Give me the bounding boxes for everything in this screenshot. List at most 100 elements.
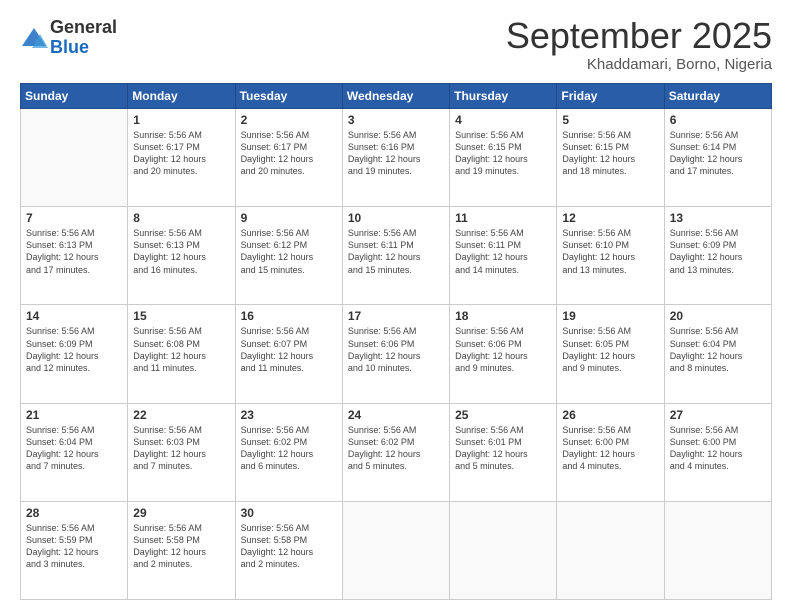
day-info: Sunrise: 5:56 AM Sunset: 6:12 PM Dayligh… — [241, 227, 337, 276]
day-number: 25 — [455, 408, 551, 422]
calendar-table: Sunday Monday Tuesday Wednesday Thursday… — [20, 83, 772, 600]
col-tuesday: Tuesday — [235, 84, 342, 109]
day-number: 24 — [348, 408, 444, 422]
calendar-header-row: Sunday Monday Tuesday Wednesday Thursday… — [21, 84, 772, 109]
day-info: Sunrise: 5:56 AM Sunset: 6:13 PM Dayligh… — [26, 227, 122, 276]
day-number: 3 — [348, 113, 444, 127]
calendar-cell: 17 Sunrise: 5:56 AM Sunset: 6:06 PM Dayli… — [342, 305, 449, 403]
calendar-cell: 25 Sunrise: 5:56 AM Sunset: 6:01 PM Dayli… — [450, 403, 557, 501]
logo-icon — [20, 24, 48, 52]
calendar-cell: 5 Sunrise: 5:56 AM Sunset: 6:15 PM Daylig… — [557, 109, 664, 207]
day-info: Sunrise: 5:56 AM Sunset: 6:09 PM Dayligh… — [670, 227, 766, 276]
day-info: Sunrise: 5:56 AM Sunset: 6:06 PM Dayligh… — [348, 325, 444, 374]
calendar-cell — [342, 501, 449, 599]
calendar-cell — [664, 501, 771, 599]
day-info: Sunrise: 5:56 AM Sunset: 6:09 PM Dayligh… — [26, 325, 122, 374]
day-number: 1 — [133, 113, 229, 127]
calendar-week-row-2: 7Sunrise: 5:56 AM Sunset: 6:13 PM Daylig… — [21, 207, 772, 305]
calendar-cell: 10 Sunrise: 5:56 AM Sunset: 6:11 PM Dayli… — [342, 207, 449, 305]
calendar-cell: 16 Sunrise: 5:56 AM Sunset: 6:07 PM Dayli… — [235, 305, 342, 403]
col-monday: Monday — [128, 84, 235, 109]
calendar-cell: 21 Sunrise: 5:56 AM Sunset: 6:04 PM Dayli… — [21, 403, 128, 501]
calendar-cell: 14 Sunrise: 5:56 AM Sunset: 6:09 PM Dayli… — [21, 305, 128, 403]
day-info: Sunrise: 5:56 AM Sunset: 6:00 PM Dayligh… — [670, 424, 766, 473]
calendar-cell: 18 Sunrise: 5:56 AM Sunset: 6:06 PM Dayli… — [450, 305, 557, 403]
col-saturday: Saturday — [664, 84, 771, 109]
calendar-week-row-1: 1 Sunrise: 5:56 AM Sunset: 6:17 PM Daylig… — [21, 109, 772, 207]
day-number: 18 — [455, 309, 551, 323]
calendar-cell: 19Sunrise: 5:56 AM Sunset: 6:05 PM Dayli… — [557, 305, 664, 403]
day-number: 20 — [670, 309, 766, 323]
day-info: Sunrise: 5:56 AM Sunset: 6:17 PM Dayligh… — [133, 129, 229, 178]
day-number: 21 — [26, 408, 122, 422]
day-info: Sunrise: 5:56 AM Sunset: 5:59 PM Dayligh… — [26, 522, 122, 571]
calendar-week-row-5: 28Sunrise: 5:56 AM Sunset: 5:59 PM Dayli… — [21, 501, 772, 599]
day-info: Sunrise: 5:56 AM Sunset: 6:03 PM Dayligh… — [133, 424, 229, 473]
calendar-cell: 1 Sunrise: 5:56 AM Sunset: 6:17 PM Daylig… — [128, 109, 235, 207]
day-info: Sunrise: 5:56 AM Sunset: 6:04 PM Dayligh… — [26, 424, 122, 473]
day-info: Sunrise: 5:56 AM Sunset: 6:01 PM Dayligh… — [455, 424, 551, 473]
day-info: Sunrise: 5:56 AM Sunset: 6:13 PM Dayligh… — [133, 227, 229, 276]
calendar-cell: 2 Sunrise: 5:56 AM Sunset: 6:17 PM Daylig… — [235, 109, 342, 207]
logo-general-label: General — [50, 18, 117, 38]
day-number: 30 — [241, 506, 337, 520]
day-info: Sunrise: 5:56 AM Sunset: 5:58 PM Dayligh… — [241, 522, 337, 571]
day-number: 26 — [562, 408, 658, 422]
calendar-cell: 24 Sunrise: 5:56 AM Sunset: 6:02 PM Dayli… — [342, 403, 449, 501]
day-number: 27 — [670, 408, 766, 422]
calendar-cell — [450, 501, 557, 599]
day-number: 10 — [348, 211, 444, 225]
logo-text: General Blue — [50, 18, 117, 58]
day-info: Sunrise: 5:56 AM Sunset: 6:11 PM Dayligh… — [455, 227, 551, 276]
page: General Blue September 2025 Khaddamari, … — [0, 0, 792, 612]
day-number: 22 — [133, 408, 229, 422]
calendar-cell: 26 Sunrise: 5:56 AM Sunset: 6:00 PM Dayli… — [557, 403, 664, 501]
logo-blue-label: Blue — [50, 38, 117, 58]
calendar-cell: 29Sunrise: 5:56 AM Sunset: 5:58 PM Dayli… — [128, 501, 235, 599]
day-number: 8 — [133, 211, 229, 225]
day-number: 14 — [26, 309, 122, 323]
day-info: Sunrise: 5:56 AM Sunset: 6:05 PM Dayligh… — [562, 325, 658, 374]
day-info: Sunrise: 5:56 AM Sunset: 6:04 PM Dayligh… — [670, 325, 766, 374]
month-title: September 2025 — [506, 18, 772, 54]
day-info: Sunrise: 5:56 AM Sunset: 6:07 PM Dayligh… — [241, 325, 337, 374]
calendar-cell: 9 Sunrise: 5:56 AM Sunset: 6:12 PM Daylig… — [235, 207, 342, 305]
day-number: 5 — [562, 113, 658, 127]
col-thursday: Thursday — [450, 84, 557, 109]
day-info: Sunrise: 5:56 AM Sunset: 6:00 PM Dayligh… — [562, 424, 658, 473]
calendar-week-row-4: 21 Sunrise: 5:56 AM Sunset: 6:04 PM Dayli… — [21, 403, 772, 501]
calendar-cell: 15 Sunrise: 5:56 AM Sunset: 6:08 PM Dayli… — [128, 305, 235, 403]
day-info: Sunrise: 5:56 AM Sunset: 6:17 PM Dayligh… — [241, 129, 337, 178]
day-info: Sunrise: 5:56 AM Sunset: 6:15 PM Dayligh… — [562, 129, 658, 178]
calendar-cell: 7Sunrise: 5:56 AM Sunset: 6:13 PM Daylig… — [21, 207, 128, 305]
col-sunday: Sunday — [21, 84, 128, 109]
day-number: 2 — [241, 113, 337, 127]
day-number: 29 — [133, 506, 229, 520]
day-info: Sunrise: 5:56 AM Sunset: 6:11 PM Dayligh… — [348, 227, 444, 276]
calendar-cell: 6Sunrise: 5:56 AM Sunset: 6:14 PM Daylig… — [664, 109, 771, 207]
day-number: 12 — [562, 211, 658, 225]
calendar-cell: 3Sunrise: 5:56 AM Sunset: 6:16 PM Daylig… — [342, 109, 449, 207]
day-number: 16 — [241, 309, 337, 323]
location-subtitle: Khaddamari, Borno, Nigeria — [506, 56, 772, 73]
day-number: 9 — [241, 211, 337, 225]
col-friday: Friday — [557, 84, 664, 109]
calendar-cell: 12 Sunrise: 5:56 AM Sunset: 6:10 PM Dayli… — [557, 207, 664, 305]
calendar-cell: 11Sunrise: 5:56 AM Sunset: 6:11 PM Dayli… — [450, 207, 557, 305]
day-info: Sunrise: 5:56 AM Sunset: 6:15 PM Dayligh… — [455, 129, 551, 178]
day-info: Sunrise: 5:56 AM Sunset: 6:10 PM Dayligh… — [562, 227, 658, 276]
calendar-cell: 4Sunrise: 5:56 AM Sunset: 6:15 PM Daylig… — [450, 109, 557, 207]
day-info: Sunrise: 5:56 AM Sunset: 6:08 PM Dayligh… — [133, 325, 229, 374]
day-number: 23 — [241, 408, 337, 422]
day-info: Sunrise: 5:56 AM Sunset: 6:02 PM Dayligh… — [348, 424, 444, 473]
logo: General Blue — [20, 18, 117, 58]
day-number: 17 — [348, 309, 444, 323]
day-info: Sunrise: 5:56 AM Sunset: 6:06 PM Dayligh… — [455, 325, 551, 374]
calendar-cell: 8 Sunrise: 5:56 AM Sunset: 6:13 PM Daylig… — [128, 207, 235, 305]
calendar-cell — [21, 109, 128, 207]
calendar-cell — [557, 501, 664, 599]
day-number: 15 — [133, 309, 229, 323]
day-number: 6 — [670, 113, 766, 127]
calendar-cell: 22 Sunrise: 5:56 AM Sunset: 6:03 PM Dayli… — [128, 403, 235, 501]
title-block: September 2025 Khaddamari, Borno, Nigeri… — [506, 18, 772, 73]
